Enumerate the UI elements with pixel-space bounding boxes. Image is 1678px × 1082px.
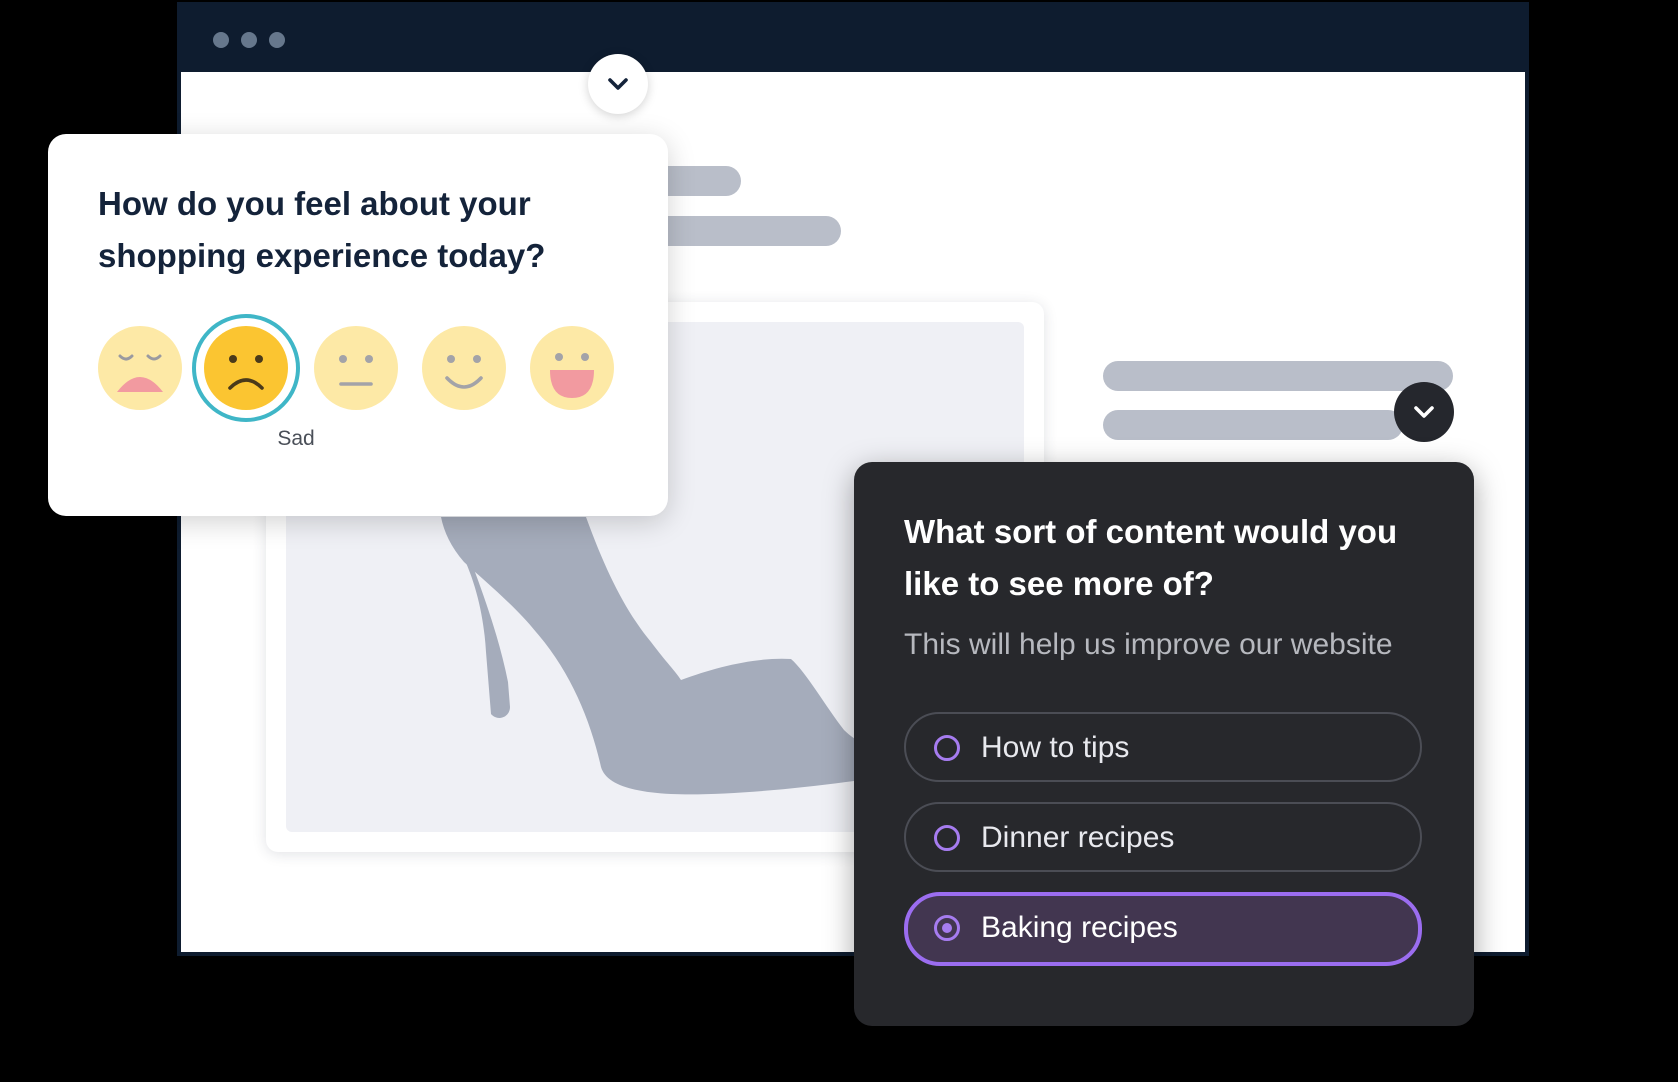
survey-question: How do you feel about your shopping expe… bbox=[98, 185, 546, 274]
neutral-face-icon bbox=[314, 326, 398, 410]
survey-question: What sort of content would you like to s… bbox=[904, 513, 1398, 602]
placeholder-line bbox=[1103, 361, 1453, 391]
option-label: Dinner recipes bbox=[981, 821, 1175, 854]
browser-title-bar bbox=[181, 2, 1525, 72]
option-label: Baking recipes bbox=[981, 911, 1178, 944]
emoji-sad[interactable] bbox=[192, 314, 300, 422]
radio-button-icon[interactable] bbox=[934, 735, 960, 761]
option-label: How to tips bbox=[981, 731, 1130, 764]
radio-button-selected-icon[interactable] bbox=[934, 915, 960, 941]
window-dot bbox=[241, 32, 257, 48]
emoji-happy[interactable] bbox=[422, 326, 506, 410]
selected-mood-label: Sad bbox=[277, 427, 315, 450]
selection-ring bbox=[192, 314, 300, 422]
expand-survey-button[interactable] bbox=[588, 54, 648, 114]
window-dot bbox=[213, 32, 229, 48]
emoji-neutral[interactable] bbox=[314, 326, 398, 410]
content-survey-card: What sort of content would you like to s… bbox=[854, 462, 1474, 1026]
very-sad-face-icon bbox=[98, 326, 182, 410]
option-baking-recipes[interactable]: Baking recipes bbox=[904, 892, 1422, 966]
collapse-survey-button[interactable] bbox=[1394, 382, 1454, 442]
happy-face-icon bbox=[422, 326, 506, 410]
survey-subtitle: This will help us improve our website bbox=[904, 628, 1393, 661]
chevron-down-icon bbox=[1414, 406, 1434, 418]
emoji-very-sad[interactable] bbox=[98, 326, 182, 410]
very-happy-face-icon bbox=[530, 326, 614, 410]
option-dinner-recipes[interactable]: Dinner recipes bbox=[904, 802, 1422, 872]
placeholder-line bbox=[1103, 410, 1403, 440]
emoji-very-happy[interactable] bbox=[530, 326, 614, 410]
chevron-down-icon bbox=[608, 78, 628, 90]
option-how-to-tips[interactable]: How to tips bbox=[904, 712, 1422, 782]
window-dot bbox=[269, 32, 285, 48]
radio-button-icon[interactable] bbox=[934, 825, 960, 851]
mood-survey-card: How do you feel about your shopping expe… bbox=[48, 134, 668, 516]
